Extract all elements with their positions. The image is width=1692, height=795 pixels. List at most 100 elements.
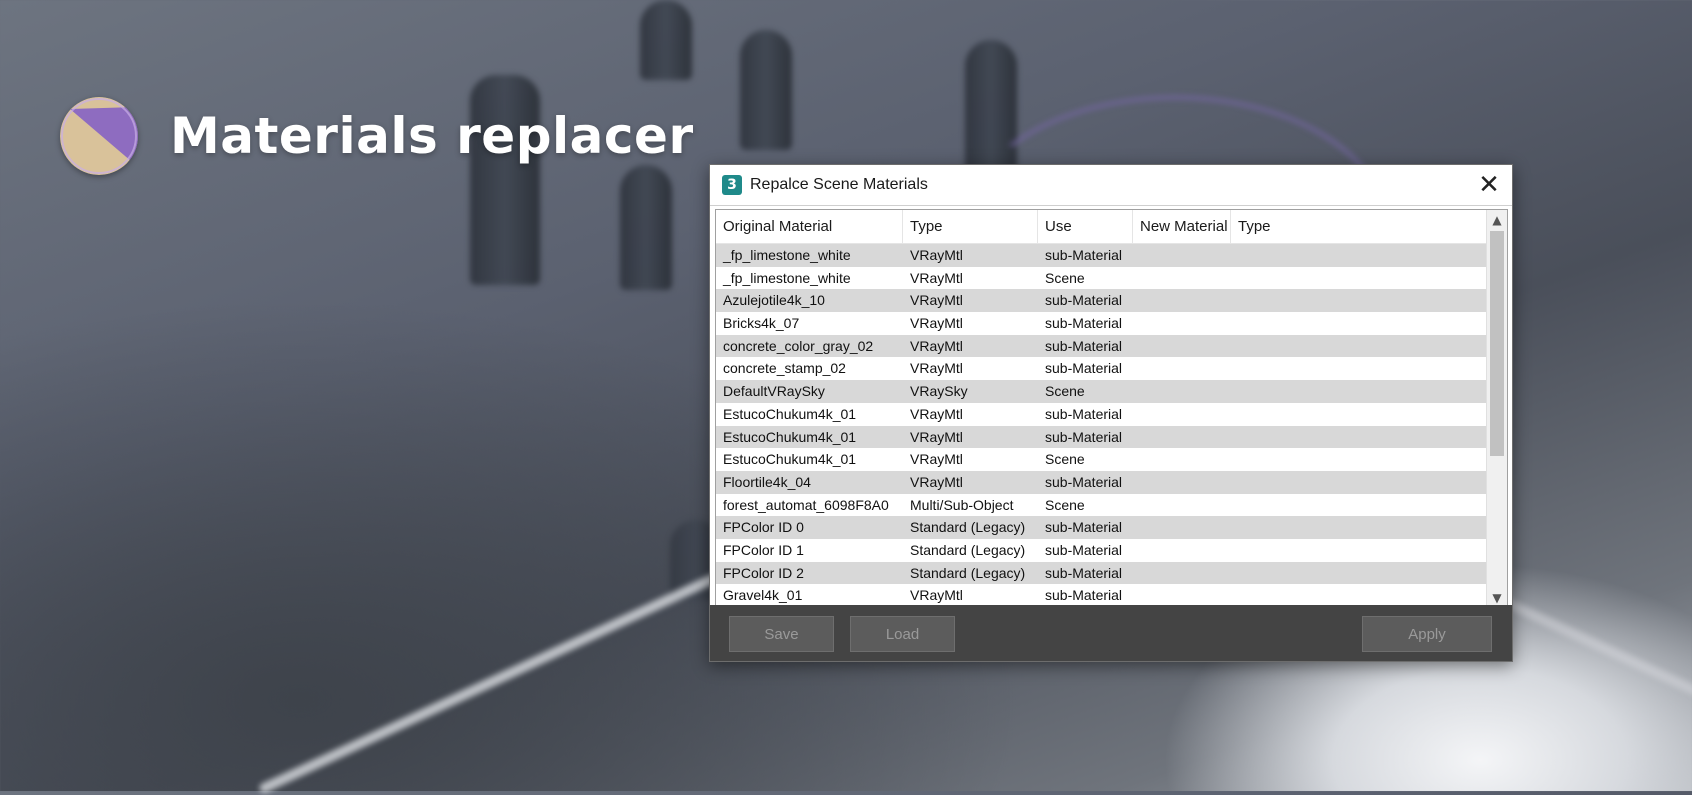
cell-new-type (1231, 357, 1487, 380)
cell-use: sub-Material (1045, 360, 1123, 377)
cell-new-type (1231, 539, 1487, 562)
cell-new-material (1133, 244, 1231, 267)
cell-use: Scene (1045, 269, 1085, 286)
cell-new-type (1231, 312, 1487, 335)
vertical-scrollbar[interactable]: ▲ ▼ (1486, 210, 1507, 608)
cell-type: VRayMtl (910, 428, 963, 445)
table-row[interactable]: forest_automat_6098F8A0 Multi/Sub-Object S… (716, 493, 1487, 517)
cell-new-material (1133, 562, 1231, 585)
load-button[interactable]: Load (850, 616, 955, 652)
cell-use: Scene (1045, 383, 1085, 400)
replace-materials-dialog: 3 Repalce Scene Materials ✕ Original Mat… (709, 164, 1513, 662)
cell-type: VRayMtl (910, 451, 963, 468)
cell-type: Standard (Legacy) (910, 541, 1026, 558)
cell-new-type (1231, 244, 1487, 267)
cell-use: sub-Material (1045, 541, 1123, 558)
cell-use: sub-Material (1045, 473, 1123, 490)
cell-original-material: forest_automat_6098F8A0 (723, 496, 889, 513)
column-header-use[interactable]: Use (1038, 210, 1133, 243)
cell-use: sub-Material (1045, 587, 1123, 604)
cell-new-material (1133, 357, 1231, 380)
cell-new-material (1133, 448, 1231, 471)
cell-use: sub-Material (1045, 428, 1123, 445)
cell-new-material (1133, 516, 1231, 539)
cell-type: VRayMtl (910, 360, 963, 377)
cell-original-material: FPColor ID 1 (723, 541, 804, 558)
table-row[interactable]: DefaultVRaySky VRaySky Scene (716, 380, 1487, 403)
cell-new-material (1133, 584, 1231, 607)
cell-new-type (1231, 289, 1487, 312)
cell-original-material: Bricks4k_07 (723, 315, 800, 332)
save-button[interactable]: Save (729, 616, 834, 652)
column-header-new-type[interactable]: Type (1231, 210, 1487, 243)
table-row[interactable]: EstucoChukum4k_01 VRayMtl sub-Material (716, 425, 1487, 449)
cell-new-type (1231, 494, 1487, 517)
cell-use: sub-Material (1045, 292, 1123, 309)
scroll-up-icon[interactable]: ▲ (1487, 210, 1507, 230)
cell-new-material (1133, 312, 1231, 335)
cell-new-type (1231, 267, 1487, 290)
cell-original-material: EstucoChukum4k_01 (723, 405, 857, 422)
table-row[interactable]: FPColor ID 1 Standard (Legacy) sub-Materia… (716, 538, 1487, 562)
table-row[interactable]: FPColor ID 0 Standard (Legacy) sub-Materia… (716, 516, 1487, 539)
cell-new-type (1231, 335, 1487, 358)
table-row[interactable]: Azulejotile4k_10 VRayMtl sub-Material (716, 289, 1487, 313)
table-row[interactable]: Gravel4k_01 VRayMtl sub-Material (716, 584, 1487, 607)
scrollbar-thumb[interactable] (1490, 231, 1504, 456)
cell-original-material: FPColor ID 2 (723, 564, 804, 581)
cell-new-type (1231, 403, 1487, 426)
materials-replacer-logo-icon (60, 97, 138, 175)
cell-original-material: Gravel4k_01 (723, 587, 803, 604)
cell-new-material (1133, 380, 1231, 403)
column-header-new-material[interactable]: New Material (1133, 210, 1231, 243)
table-row[interactable]: Floortile4k_04 VRayMtl sub-Material (716, 470, 1487, 494)
cell-type: VRayMtl (910, 405, 963, 422)
cell-type: VRayMtl (910, 337, 963, 354)
table-row[interactable]: concrete_color_gray_02 VRayMtl sub-Materia… (716, 334, 1487, 358)
cell-use: Scene (1045, 451, 1085, 468)
cell-new-material (1133, 403, 1231, 426)
cell-use: sub-Material (1045, 564, 1123, 581)
dialog-titlebar: 3 Repalce Scene Materials ✕ (710, 165, 1512, 206)
close-icon[interactable]: ✕ (1466, 165, 1512, 205)
cell-new-type (1231, 516, 1487, 539)
cell-original-material: concrete_color_gray_02 (723, 337, 874, 354)
cell-original-material: _fp_limestone_white (723, 269, 851, 286)
cell-original-material: FPColor ID 0 (723, 519, 804, 536)
cell-use: sub-Material (1045, 315, 1123, 332)
apply-button[interactable]: Apply (1362, 616, 1492, 652)
cell-new-material (1133, 426, 1231, 449)
cell-type: VRayMtl (910, 473, 963, 490)
cell-original-material: EstucoChukum4k_01 (723, 428, 857, 445)
table-row[interactable]: EstucoChukum4k_01 VRayMtl Scene (716, 448, 1487, 471)
column-header-original-material[interactable]: Original Material (716, 210, 903, 243)
cell-type: VRayMtl (910, 315, 963, 332)
cell-new-type (1231, 448, 1487, 471)
dialog-footer: Save Load Apply (710, 605, 1512, 661)
table-row[interactable]: concrete_stamp_02 VRayMtl sub-Material (716, 357, 1487, 381)
cell-type: Standard (Legacy) (910, 564, 1026, 581)
cell-type: VRayMtl (910, 269, 963, 286)
cell-use: sub-Material (1045, 337, 1123, 354)
cell-new-material (1133, 471, 1231, 494)
table-row[interactable]: Bricks4k_07 VRayMtl sub-Material (716, 312, 1487, 335)
table-row[interactable]: _fp_limestone_white VRayMtl sub-Material (716, 244, 1487, 267)
cell-original-material: Azulejotile4k_10 (723, 292, 825, 309)
materials-grid: Original Material Type Use New Material … (716, 210, 1487, 608)
banner-title: Materials replacer (170, 107, 694, 165)
cell-type: VRayMtl (910, 587, 963, 604)
cell-new-type (1231, 471, 1487, 494)
materials-list[interactable]: Original Material Type Use New Material … (715, 209, 1508, 609)
table-row[interactable]: EstucoChukum4k_01 VRayMtl sub-Material (716, 402, 1487, 426)
cell-new-type (1231, 584, 1487, 607)
cell-original-material: DefaultVRaySky (723, 383, 825, 400)
table-row[interactable]: FPColor ID 2 Standard (Legacy) sub-Materia… (716, 561, 1487, 585)
column-header-type[interactable]: Type (903, 210, 1038, 243)
cell-type: Multi/Sub-Object (910, 496, 1014, 513)
cell-new-material (1133, 335, 1231, 358)
cell-type: VRaySky (910, 383, 968, 400)
cell-new-material (1133, 289, 1231, 312)
cell-original-material: concrete_stamp_02 (723, 360, 846, 377)
cell-new-type (1231, 426, 1487, 449)
table-row[interactable]: _fp_limestone_white VRayMtl Scene (716, 266, 1487, 290)
